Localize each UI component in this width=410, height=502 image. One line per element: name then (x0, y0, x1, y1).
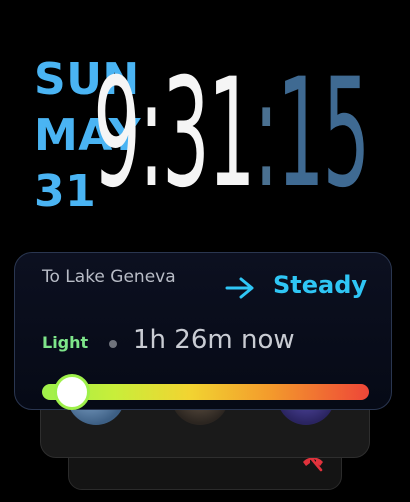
traffic-gradient-bar (42, 384, 369, 400)
arrow-right-icon (225, 277, 254, 299)
trend-label: Steady (273, 271, 368, 299)
clock-colon: : (253, 47, 278, 221)
destination-label: To Lake Geneva (42, 267, 176, 287)
separator-dot (109, 340, 117, 348)
commute-card[interactable]: To Lake Geneva Steady Light 1h 26m now (14, 252, 392, 410)
clock: 9:31:15 (0, 47, 370, 221)
traffic-level-knob[interactable] (54, 374, 90, 410)
clock-seconds: 15 (276, 47, 370, 221)
traffic-label: Light (42, 333, 89, 352)
duration-text: 1h 26m now (133, 325, 295, 355)
clock-hours-minutes: 9:31 (92, 47, 255, 221)
